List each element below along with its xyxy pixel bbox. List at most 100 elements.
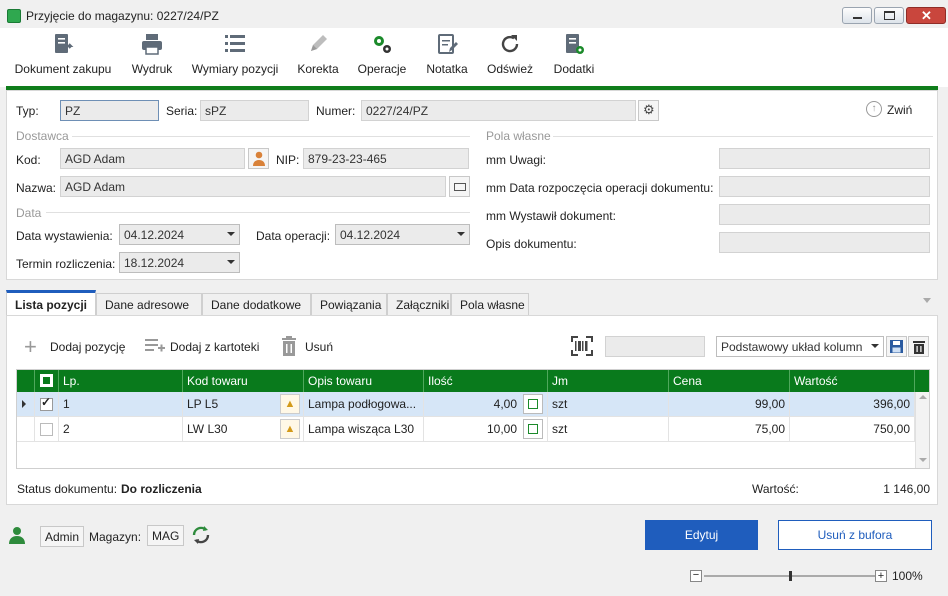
warehouse-badge[interactable]: MAG: [147, 525, 185, 546]
user-icon: [9, 527, 25, 544]
contact-card-icon: [454, 183, 466, 191]
add-item-button[interactable]: Dodaj pozycję: [50, 340, 125, 354]
tab-items-list[interactable]: Lista pozycji: [6, 290, 96, 316]
grid-scrollbar[interactable]: [915, 392, 929, 468]
edit-quantity-icon[interactable]: [523, 394, 543, 414]
column-header-price[interactable]: Cena: [669, 370, 790, 392]
edit-button[interactable]: Edytuj: [645, 520, 758, 550]
scroll-down-icon[interactable]: [919, 458, 927, 462]
column-header-quantity[interactable]: Ilość: [424, 370, 548, 392]
barcode-scan-icon[interactable]: [571, 336, 593, 356]
code-cell[interactable]: LP L5 ▲: [183, 392, 304, 417]
user-badge[interactable]: Admin: [40, 526, 85, 547]
delete-layout-button[interactable]: [908, 336, 929, 357]
scroll-up-icon[interactable]: [919, 395, 927, 399]
supplier-name-field[interactable]: AGD Adam: [60, 176, 446, 197]
toolbar-refresh[interactable]: Odśwież: [482, 28, 538, 87]
select-all-header: [35, 370, 59, 392]
supplier-code-field[interactable]: AGD Adam: [60, 148, 245, 169]
tab-custom-fields[interactable]: Pola własne: [451, 293, 529, 315]
toolbar: Dokument zakupu Wydruk Wymiary pozycji K…: [0, 28, 948, 87]
edit-quantity-icon[interactable]: [523, 419, 543, 439]
quantity-cell[interactable]: 10,00: [424, 417, 548, 442]
product-card-icon[interactable]: ▲: [280, 419, 300, 439]
column-header-lp[interactable]: Lp.: [59, 370, 183, 392]
section-divider: [72, 136, 470, 137]
toolbar-addons[interactable]: Dodatki: [546, 28, 602, 87]
column-header-unit[interactable]: Jm: [548, 370, 669, 392]
table-row[interactable]: ✓ 1 LP L5 ▲ Lampa podłogowa... 4,00 szt …: [17, 392, 915, 417]
toolbar-purchase-document[interactable]: Dokument zakupu: [8, 28, 118, 87]
zoom-slider[interactable]: [704, 571, 876, 581]
minimize-button[interactable]: [842, 7, 872, 24]
supplier-picker-button[interactable]: [248, 148, 269, 169]
seria-field[interactable]: sPZ: [200, 100, 309, 121]
custom-field-input[interactable]: [719, 232, 930, 253]
save-layout-button[interactable]: [886, 336, 907, 357]
printer-icon: [142, 34, 162, 55]
lp-cell: 2: [59, 417, 183, 442]
toolbar-print[interactable]: Wydruk: [124, 28, 180, 87]
collapse-icon[interactable]: ↑: [866, 101, 882, 117]
add-from-catalog-icon[interactable]: [144, 336, 166, 356]
nip-field[interactable]: 879-23-23-465: [303, 148, 469, 169]
maximize-button[interactable]: [874, 7, 904, 24]
nazwa-label: Nazwa:: [16, 181, 57, 195]
description-cell: Lampa wisząca L30: [304, 417, 424, 442]
sync-icon[interactable]: [190, 524, 212, 546]
product-card-icon[interactable]: ▲: [280, 394, 300, 414]
row-indicator-cell: [17, 417, 35, 442]
collapse-label[interactable]: Zwiń: [887, 103, 912, 117]
custom-field-input[interactable]: [719, 176, 930, 197]
custom-field-input[interactable]: [719, 204, 930, 225]
contact-card-button[interactable]: [449, 176, 470, 197]
zoom-out-button[interactable]: −: [690, 570, 702, 582]
row-checkbox[interactable]: ✓: [40, 395, 53, 411]
tab-overflow-icon[interactable]: [923, 298, 931, 303]
zoom-thumb[interactable]: [789, 571, 792, 581]
delete-item-button[interactable]: Usuń: [305, 340, 333, 354]
operation-date-picker[interactable]: 04.12.2024: [335, 224, 470, 245]
code-text: LP L5: [187, 397, 219, 411]
zoom-in-button[interactable]: +: [875, 570, 887, 582]
toolbar-correction[interactable]: Korekta: [292, 28, 344, 87]
quantity-cell[interactable]: 4,00: [424, 392, 548, 417]
column-header-value[interactable]: Wartość: [790, 370, 915, 392]
value-cell: 750,00: [790, 417, 915, 442]
plus-icon[interactable]: +: [24, 336, 37, 358]
select-all-checkbox[interactable]: [40, 374, 53, 387]
numer-field[interactable]: 0227/24/PZ: [361, 100, 636, 121]
quantity-text: 10,00: [486, 422, 517, 436]
items-grid: Lp. Kod towaru Opis towaru Ilość Jm Cena…: [16, 369, 930, 469]
quantity-text: 4,00: [493, 397, 517, 411]
lp-cell: 1: [59, 392, 183, 417]
barcode-search-input[interactable]: [605, 336, 705, 357]
tab-attachments[interactable]: Załączniki: [387, 293, 451, 315]
table-row[interactable]: 2 LW L30 ▲ Lampa wisząca L30 10,00 szt 7…: [17, 417, 915, 442]
row-checkbox[interactable]: [40, 423, 53, 436]
add-from-catalog-button[interactable]: Dodaj z kartoteki: [170, 340, 259, 354]
code-cell[interactable]: LW L30 ▲: [183, 417, 304, 442]
remove-from-buffer-button[interactable]: Usuń z bufora: [778, 520, 932, 550]
tab-additional-data[interactable]: Dane dodatkowe: [202, 293, 311, 315]
column-header-code[interactable]: Kod towaru: [183, 370, 304, 392]
close-button[interactable]: ✕: [906, 7, 946, 24]
column-header-description[interactable]: Opis towaru: [304, 370, 424, 392]
issue-date-picker[interactable]: 04.12.2024: [119, 224, 240, 245]
tab-address-data[interactable]: Dane adresowe: [96, 293, 202, 315]
toolbar-dimensions[interactable]: Wymiary pozycji: [188, 28, 282, 87]
typ-field[interactable]: PZ: [60, 100, 159, 121]
row-select-cell: [35, 417, 59, 442]
trash-icon[interactable]: [281, 336, 297, 356]
issue-date-label: Data wystawienia:: [16, 229, 113, 243]
numbering-settings-button[interactable]: ⚙: [638, 100, 659, 121]
unit-cell: szt: [548, 417, 669, 442]
numer-label: Numer:: [316, 104, 356, 118]
toolbar-operations[interactable]: Operacje: [353, 28, 411, 87]
toolbar-note[interactable]: Notatka: [420, 28, 474, 87]
column-layout-select[interactable]: Podstawowy układ kolumn: [716, 336, 884, 357]
tab-relations[interactable]: Powiązania: [311, 293, 387, 315]
toolbar-label: Dodatki: [553, 62, 595, 76]
due-date-picker[interactable]: 18.12.2024: [119, 252, 240, 273]
custom-field-input[interactable]: [719, 148, 930, 169]
